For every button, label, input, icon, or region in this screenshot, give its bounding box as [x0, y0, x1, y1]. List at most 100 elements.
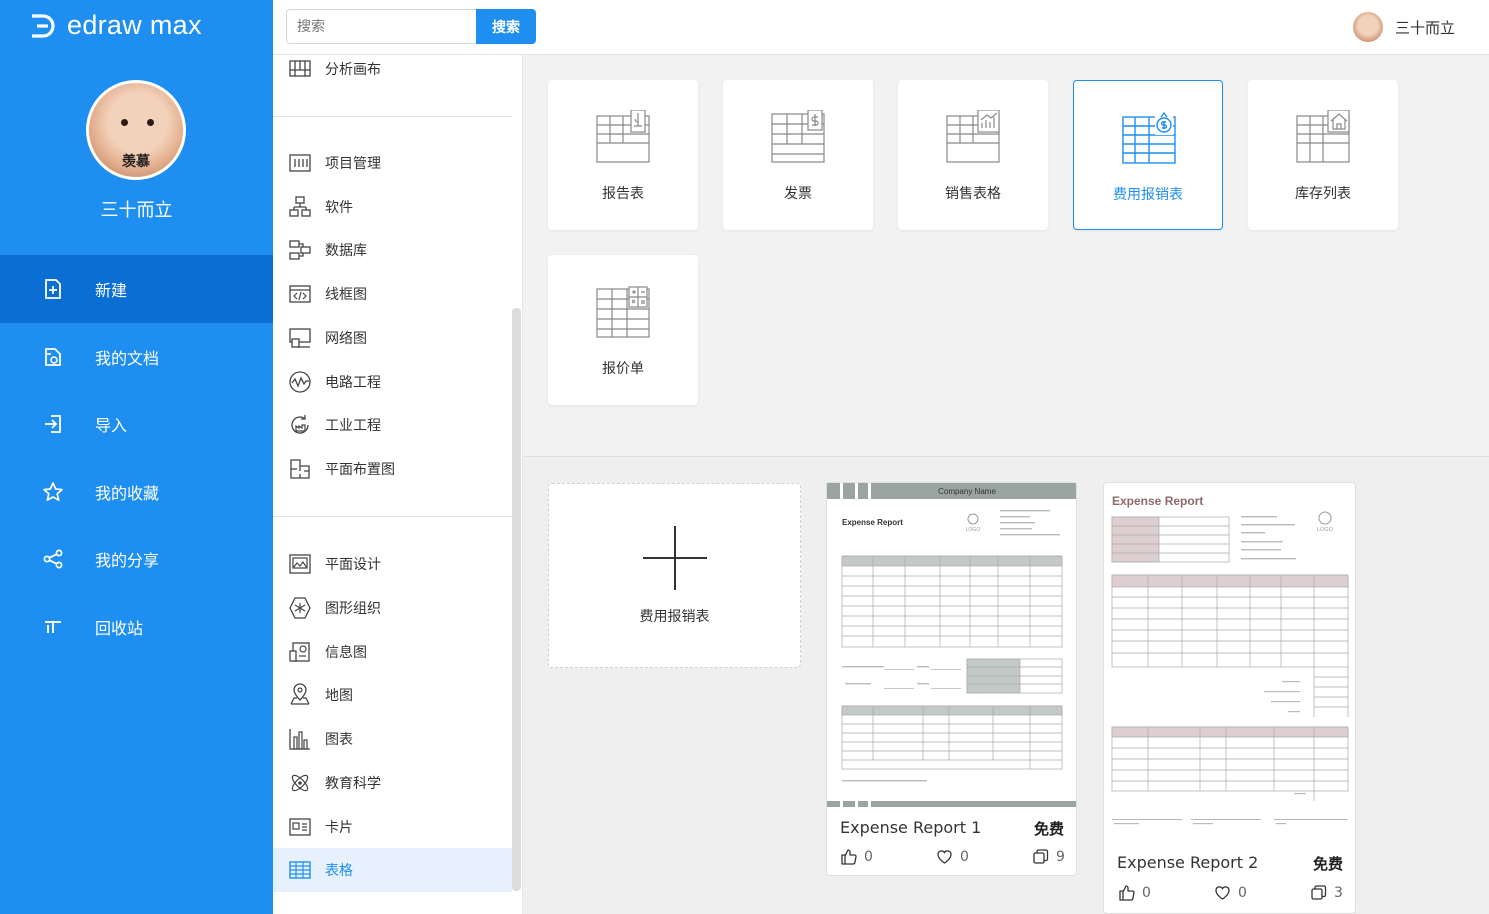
software-icon — [289, 196, 311, 217]
favorite-button[interactable]: 0 — [936, 848, 969, 865]
science-icon — [291, 774, 309, 792]
category-wireframe[interactable]: 线框图 — [273, 272, 512, 316]
category-science[interactable]: 教育科学 — [273, 761, 512, 805]
category-label: 分析画布 — [325, 62, 381, 78]
database-icon — [289, 240, 311, 260]
new-blank-card[interactable]: 费用报销表 — [548, 483, 801, 668]
heart-icon — [937, 850, 952, 864]
card-icon — [289, 818, 311, 836]
category-database[interactable]: 数据库 — [273, 228, 512, 272]
category-industrial[interactable]: 工业工程 — [273, 403, 512, 447]
like-button[interactable]: 0 — [1118, 884, 1151, 901]
logo-text: edraw max — [67, 10, 202, 40]
type-card-inventory[interactable]: 库存列表 — [1248, 80, 1398, 230]
category-graphic-design[interactable]: 平面设计 — [273, 542, 512, 586]
documents-icon — [45, 348, 61, 366]
category-label: 软件 — [325, 200, 353, 216]
star-icon — [43, 482, 63, 501]
copy-button[interactable]: 9 — [1032, 848, 1065, 865]
quote-icon — [596, 286, 650, 338]
type-card-quote[interactable]: 报价单 — [548, 255, 698, 405]
canvas-icon — [289, 60, 311, 77]
thumbs-up-icon — [841, 849, 857, 865]
header-avatar[interactable] — [1352, 12, 1383, 42]
infographic-icon — [289, 642, 310, 662]
template-name: Expense Report 2 — [1117, 853, 1259, 872]
industrial-icon — [291, 415, 309, 434]
heart-icon — [1215, 886, 1230, 900]
left-sidebar: edraw max 羡慕 三十而立 新建 我的文档 导入 我的收藏 我的分享 回… — [0, 0, 273, 914]
category-label: 地图 — [325, 688, 353, 704]
avatar-eye — [147, 119, 154, 126]
avatar-eye — [121, 119, 128, 126]
thumb-title: Expense Report — [1112, 494, 1203, 508]
category-label: 卡片 — [325, 820, 353, 836]
like-count: 0 — [864, 848, 873, 865]
category-software[interactable]: 软件 — [273, 185, 512, 229]
expense-report-thumbnail: Company Name Expense Report LOGO — [827, 483, 1076, 807]
template-thumbnail[interactable]: Expense Report LOGO — [1104, 483, 1355, 845]
category-infographic[interactable]: 信息图 — [273, 630, 512, 674]
category-circuit[interactable]: 电路工程 — [273, 360, 512, 404]
category-scrollbar[interactable] — [512, 308, 521, 891]
table-type-panel: 报告表 发票 销售表格 费用报销表 库存列表 报价单 — [523, 55, 1489, 457]
category-floorplan[interactable]: 平面布置图 — [273, 447, 512, 491]
copy-count: 3 — [1334, 884, 1343, 901]
expense-table-icon — [1122, 111, 1176, 164]
new-file-icon — [45, 279, 61, 299]
type-card-invoice[interactable]: 发票 — [723, 80, 873, 230]
nav-trash[interactable]: 回收站 — [0, 593, 273, 661]
category-label: 平面布置图 — [325, 462, 395, 478]
type-card-expense[interactable]: 费用报销表 — [1073, 80, 1223, 230]
profile-name: 三十而立 — [100, 200, 173, 221]
nav-new[interactable]: 新建 — [0, 255, 273, 323]
thumb-logo: LOGO — [1317, 527, 1334, 533]
trash-icon — [45, 621, 61, 633]
template-thumbnail[interactable]: Company Name Expense Report LOGO — [827, 483, 1076, 809]
header-user[interactable]: 三十而立 — [1352, 12, 1455, 42]
category-divider — [273, 116, 512, 117]
category-analysis-canvas[interactable]: 分析画布 — [273, 55, 512, 91]
category-divider — [273, 516, 512, 517]
category-chart[interactable]: 图表 — [273, 717, 512, 761]
category-label: 平面设计 — [325, 557, 381, 573]
category-map[interactable]: 地图 — [273, 673, 512, 717]
nav-label: 回收站 — [95, 619, 144, 638]
network-icon — [289, 328, 311, 348]
template-price-badge: 免费 — [1033, 820, 1064, 838]
search-input[interactable] — [286, 9, 476, 44]
category-card[interactable]: 卡片 — [273, 805, 512, 849]
category-label: 教育科学 — [325, 776, 381, 792]
plus-icon — [643, 526, 707, 590]
type-card-label: 发票 — [784, 186, 812, 202]
copy-button[interactable]: 3 — [1310, 884, 1343, 901]
map-icon — [290, 683, 310, 705]
nav-import[interactable]: 导入 — [0, 390, 273, 458]
nav-label: 我的分享 — [95, 551, 160, 570]
import-icon — [45, 415, 61, 433]
thumb-logo: LOGO — [966, 527, 981, 533]
favorite-count: 0 — [960, 848, 969, 865]
app-logo[interactable]: edraw max — [28, 10, 202, 41]
like-button[interactable]: 0 — [840, 848, 873, 865]
category-table[interactable]: 表格 — [273, 848, 512, 892]
type-card-report[interactable]: 报告表 — [548, 80, 698, 230]
nav-favorites[interactable]: 我的收藏 — [0, 458, 273, 526]
category-network[interactable]: 网络图 — [273, 316, 512, 360]
category-project[interactable]: 项目管理 — [273, 141, 512, 185]
type-card-sales[interactable]: 销售表格 — [898, 80, 1048, 230]
category-graphic-organizer[interactable]: 图形组织 — [273, 586, 512, 630]
template-card-expense-report-1[interactable]: Company Name Expense Report LOGO Expense… — [826, 482, 1077, 876]
copy-icon — [1033, 849, 1049, 864]
nav-share[interactable]: 我的分享 — [0, 525, 273, 593]
header-username: 三十而立 — [1394, 18, 1455, 37]
template-card-expense-report-2[interactable]: Expense Report LOGO Expense Report 2 免费 … — [1103, 482, 1356, 914]
search-button[interactable]: 搜索 — [476, 9, 536, 44]
copy-icon — [1311, 885, 1327, 900]
favorite-button[interactable]: 0 — [1214, 884, 1247, 901]
profile-avatar[interactable]: 羡慕 — [86, 80, 186, 180]
template-name: Expense Report 1 — [840, 818, 982, 837]
nav-label: 我的收藏 — [95, 484, 160, 503]
nav-my-documents[interactable]: 我的文档 — [0, 323, 273, 391]
category-label: 项目管理 — [325, 156, 381, 172]
